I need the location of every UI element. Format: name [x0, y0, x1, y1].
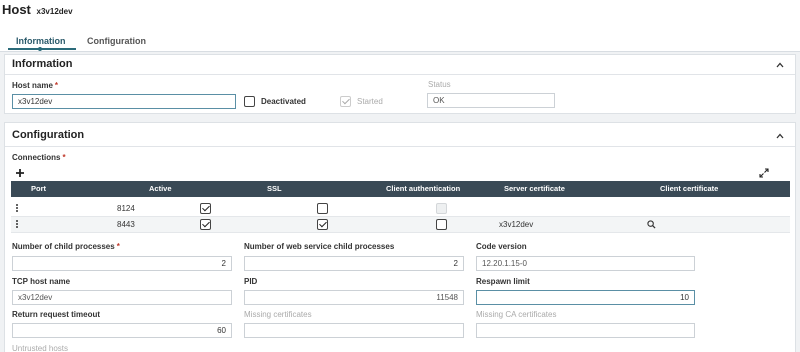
port-cell: 8124	[117, 204, 135, 213]
active-checkbox[interactable]	[200, 203, 211, 214]
port-cell: 8443	[117, 220, 135, 229]
respawn-limit-input[interactable]: 10	[476, 290, 695, 305]
column-header-client-certificate[interactable]: Client certificate	[660, 181, 718, 197]
return-request-timeout-label: Return request timeout	[12, 310, 101, 319]
started-label: Started	[357, 97, 383, 106]
tcp-host-name-field: x3v12dev	[12, 290, 232, 305]
configuration-section-title: Configuration	[12, 129, 85, 141]
child-processes-input[interactable]: 2	[12, 256, 232, 271]
information-section-title: Information	[12, 58, 73, 70]
active-tab-indicator	[8, 48, 76, 50]
chevron-up-icon[interactable]	[775, 60, 785, 70]
required-marker: *	[116, 242, 120, 251]
host-name-input[interactable]: x3v12dev	[12, 94, 236, 109]
tab-information[interactable]: Information	[16, 36, 66, 46]
page-title: Host x3v12dev	[2, 2, 73, 17]
pid-field: 11548	[244, 290, 464, 305]
ssl-checkbox[interactable]	[317, 203, 328, 214]
respawn-limit-label: Respawn limit	[476, 277, 530, 286]
table-row[interactable]: 8443 x3v12dev	[11, 217, 790, 233]
column-header-server-certificate[interactable]: Server certificate	[504, 181, 565, 197]
untrusted-hosts-label: Untrusted hosts	[12, 344, 69, 352]
configuration-panel: Configuration Connections * Port Active S…	[4, 122, 796, 352]
connections-label: Connections *	[12, 153, 66, 162]
code-version-field: 12.20.1.15-0	[476, 256, 695, 271]
missing-ca-certificates-label: Missing CA certificates	[476, 310, 557, 319]
tcp-host-name-label: TCP host name	[12, 277, 71, 286]
ssl-checkbox[interactable]	[317, 219, 328, 230]
client-authentication-checkbox[interactable]	[436, 219, 447, 230]
tab-configuration[interactable]: Configuration	[87, 36, 146, 46]
column-header-client-authentication[interactable]: Client authentication	[386, 181, 460, 197]
information-divider	[5, 74, 795, 75]
missing-certificates-field	[244, 323, 464, 338]
page-header: Host x3v12dev Information Configuration	[0, 0, 800, 52]
ws-child-processes-input[interactable]: 2	[244, 256, 464, 271]
kebab-menu-icon[interactable]	[16, 220, 19, 230]
search-icon[interactable]	[647, 220, 656, 229]
missing-ca-certificates-field	[476, 323, 695, 338]
missing-certificates-label: Missing certificates	[244, 310, 312, 319]
deactivated-checkbox[interactable]	[244, 96, 255, 107]
started-checkbox	[340, 96, 351, 107]
ws-child-processes-label: Number of web service child processes	[244, 242, 395, 251]
host-name-label: Host name *	[12, 81, 58, 90]
return-request-timeout-input[interactable]: 60	[12, 323, 232, 338]
host-name-label-text: Host name	[12, 81, 53, 90]
server-certificate-cell[interactable]: x3v12dev	[499, 217, 533, 233]
code-version-label: Code version	[476, 242, 527, 251]
client-authentication-checkbox	[436, 203, 447, 214]
deactivated-label: Deactivated	[261, 97, 306, 106]
table-row[interactable]: 8124	[11, 201, 790, 217]
column-header-port[interactable]: Port	[31, 181, 46, 197]
child-processes-label-text: Number of child processes	[12, 242, 115, 251]
page-title-text: Host	[2, 2, 31, 17]
connections-label-text: Connections	[12, 153, 61, 162]
column-header-active[interactable]: Active	[149, 181, 172, 197]
expand-icon[interactable]	[759, 168, 769, 178]
chevron-up-icon[interactable]	[775, 131, 785, 141]
column-header-ssl[interactable]: SSL	[267, 181, 282, 197]
page-subtitle: x3v12dev	[36, 7, 73, 16]
pid-label: PID	[244, 277, 258, 286]
status-label: Status	[428, 80, 451, 89]
plus-icon[interactable]	[15, 168, 25, 178]
kebab-menu-icon[interactable]	[16, 204, 19, 214]
required-marker: *	[62, 153, 66, 162]
active-checkbox[interactable]	[200, 219, 211, 230]
child-processes-label: Number of child processes *	[12, 242, 120, 251]
configuration-divider	[5, 146, 795, 147]
information-panel: Information Host name * x3v12dev Deactiva…	[4, 54, 796, 114]
connections-table-header: Port Active SSL Client authentication Se…	[11, 181, 790, 197]
header-divider	[0, 51, 800, 52]
status-field: OK	[427, 93, 555, 108]
required-marker: *	[54, 81, 59, 90]
